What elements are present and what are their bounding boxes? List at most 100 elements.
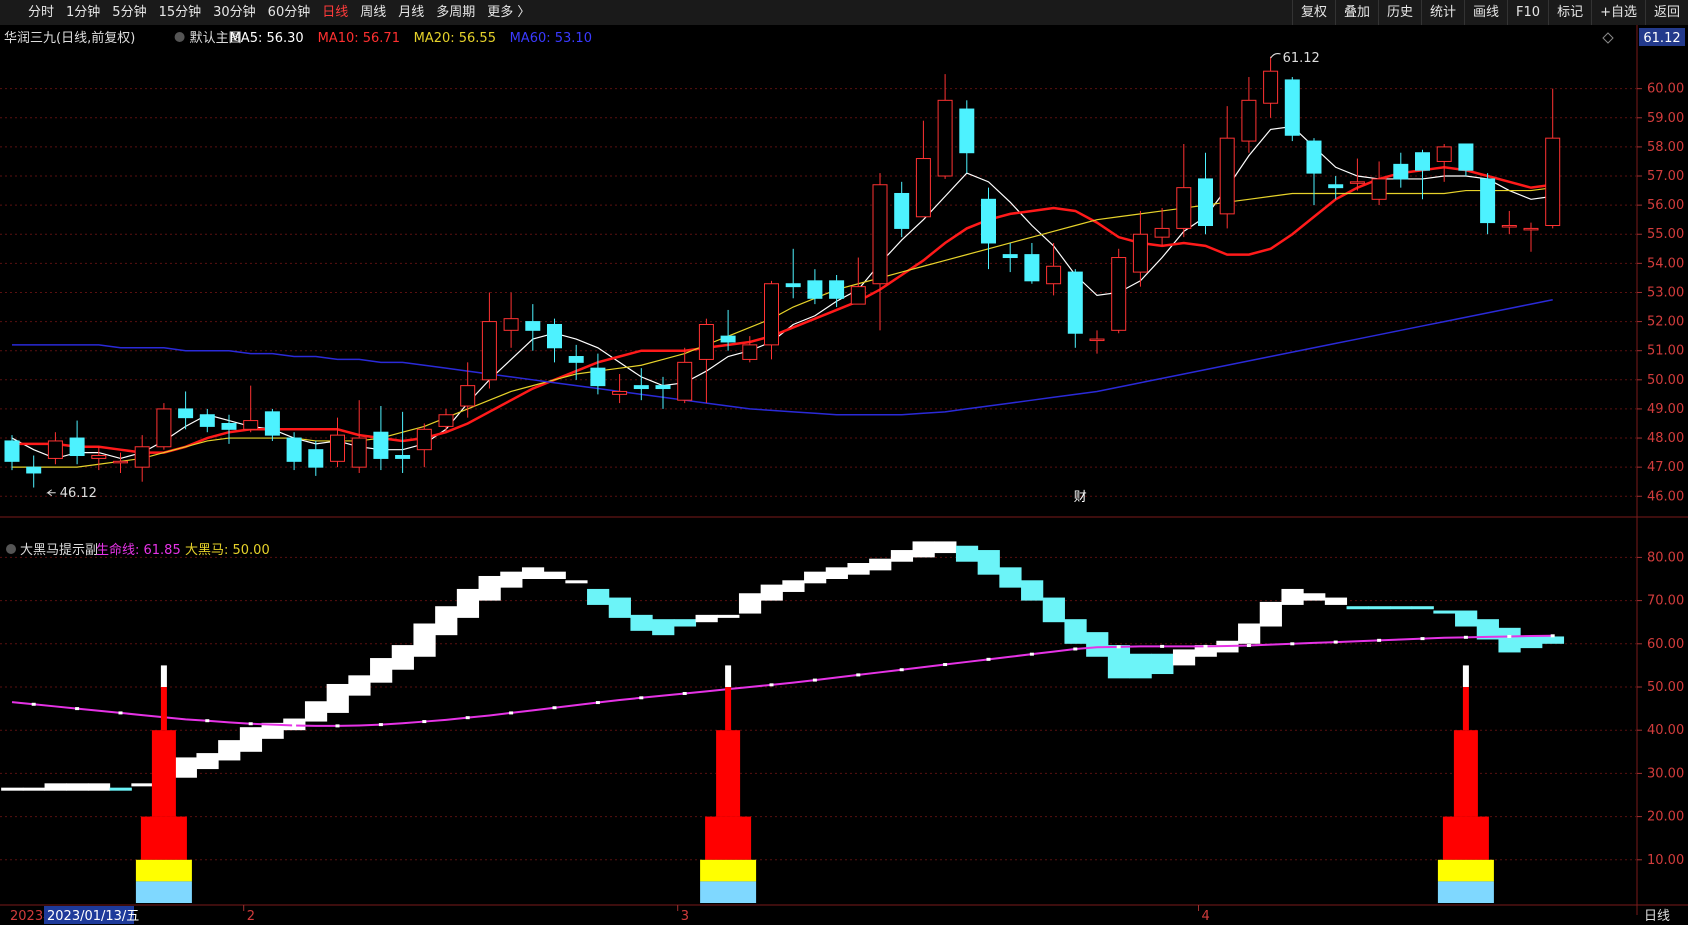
candle-body — [178, 408, 194, 419]
period-tab-3[interactable]: 15分钟 — [153, 0, 208, 25]
band-block — [825, 567, 848, 579]
band-block — [456, 588, 480, 618]
band-block — [109, 787, 132, 791]
period-tab-6[interactable]: 日线 — [316, 0, 354, 25]
life-line-marker — [248, 722, 253, 726]
tool-button-0[interactable]: 复权 — [1291, 0, 1335, 25]
band-block — [1238, 623, 1261, 644]
main-tick-label: 47.00 — [1647, 460, 1684, 475]
tool-button-3[interactable]: 统计 — [1421, 0, 1464, 25]
band-block — [652, 619, 675, 636]
candle-body — [460, 385, 476, 407]
band-block — [565, 580, 588, 584]
candle-body — [286, 437, 302, 462]
tool-button-2[interactable]: 历史 — [1377, 0, 1421, 25]
period-tab-10[interactable]: 更多 〉 — [481, 0, 536, 25]
tool-button-8[interactable]: 返回 — [1644, 0, 1688, 25]
band-block — [435, 606, 458, 636]
band-block — [1324, 597, 1348, 605]
band-block — [869, 558, 892, 571]
tool-button-1[interactable]: 叠加 — [1334, 0, 1378, 25]
tool-button-4[interactable]: 画线 — [1464, 0, 1507, 25]
candle-body — [612, 390, 628, 395]
low-label: 46.12 — [60, 486, 97, 501]
tool-button-7[interactable]: +自选 — [1591, 0, 1645, 25]
candle-body — [243, 420, 259, 430]
period-tab-9[interactable]: 多周期 — [430, 0, 481, 25]
signal-base-yellow — [700, 859, 757, 882]
period-tab-2[interactable]: 5分钟 — [106, 0, 152, 25]
life-line-marker — [769, 683, 774, 687]
tool-button-5[interactable]: F10 — [1507, 0, 1548, 25]
life-line-marker — [682, 691, 687, 695]
period-tab-0[interactable]: 分时 — [22, 0, 60, 25]
main-tick-label: 51.00 — [1647, 344, 1684, 359]
candle-body — [829, 280, 845, 299]
band-block — [413, 623, 436, 657]
candle-body — [1024, 254, 1040, 282]
band-block — [977, 550, 1000, 575]
main-tick-label: 53.00 — [1647, 285, 1684, 300]
signal-base-yellow — [1437, 859, 1494, 882]
candle-body — [872, 184, 888, 285]
candle-body — [503, 318, 519, 331]
candle-body — [221, 422, 237, 430]
candle-body — [373, 431, 389, 459]
band-block — [1281, 588, 1304, 605]
period-label: 日线 — [1644, 909, 1670, 924]
main-tick-label: 59.00 — [1647, 111, 1684, 126]
band-block — [174, 757, 197, 778]
candle-body — [91, 455, 107, 459]
period-tab-1[interactable]: 1分钟 — [60, 0, 106, 25]
candle-body — [1393, 163, 1409, 180]
high-label: 61.12 — [1283, 51, 1320, 66]
candle-body — [698, 323, 714, 360]
ma5-value: MA5: 56.30 — [230, 31, 304, 46]
dark-horse-value: 大黑马: 50.00 — [185, 543, 270, 558]
signal-base-yellow — [135, 859, 192, 882]
candle-body — [525, 321, 541, 331]
band-block — [999, 567, 1022, 588]
indicator-name: 大黑马提示副 — [20, 542, 98, 558]
tool-button-6[interactable]: 标记 — [1548, 0, 1591, 25]
candle-body — [1002, 254, 1018, 259]
life-line-marker — [595, 701, 600, 705]
band-block — [348, 675, 371, 696]
tool-buttons: 复权 叠加 历史 统计 画线 F10 标记 +自选 返回 — [1291, 0, 1688, 25]
ma10-value: MA10: 56.71 — [318, 31, 400, 46]
candle-body — [47, 440, 63, 459]
period-tabs: 分时 1分钟 5分钟 15分钟 30分钟 60分钟 日线 周线 月线 多周期 更多 〉 — [0, 0, 536, 25]
period-tab-4[interactable]: 30分钟 — [207, 0, 262, 25]
band-block — [218, 740, 241, 761]
candle-body — [26, 466, 42, 474]
life-line-marker — [1420, 637, 1425, 641]
period-tab-5[interactable]: 60分钟 — [262, 0, 317, 25]
candle-body — [351, 437, 367, 468]
candle-body — [1284, 79, 1300, 136]
band-block — [326, 683, 349, 713]
candle-body — [1046, 265, 1062, 285]
life-line-marker — [986, 657, 991, 661]
life-line-marker — [1463, 635, 1468, 639]
sub-tick-label: 70.00 — [1647, 594, 1684, 609]
period-tab-7[interactable]: 周线 — [354, 0, 392, 25]
band-block — [717, 614, 740, 618]
finance-marker: 财 — [1074, 490, 1087, 505]
candle-body — [1263, 70, 1279, 104]
candle-body — [330, 434, 345, 462]
signal-base-blue — [1437, 881, 1494, 903]
template-dropdown-icon[interactable] — [174, 32, 185, 42]
candle-body — [937, 99, 953, 177]
main-tick-label: 49.00 — [1647, 402, 1684, 417]
signal-tower-red — [716, 730, 741, 817]
life-line-marker — [1073, 647, 1078, 651]
life-line-marker — [422, 720, 427, 724]
indicator-dropdown-icon[interactable] — [6, 544, 16, 554]
main-tick-label: 60.00 — [1647, 82, 1684, 97]
life-line-marker — [1116, 645, 1121, 649]
candle-body — [1523, 227, 1539, 231]
candle-body — [1154, 227, 1170, 238]
period-tab-8[interactable]: 月线 — [392, 0, 430, 25]
main-tick-label: 52.00 — [1647, 315, 1684, 330]
chart-canvas[interactable]: 46.00 47.00 48.00 49.00 50.00 51.00 52.00 53.00… — [0, 25, 1688, 925]
